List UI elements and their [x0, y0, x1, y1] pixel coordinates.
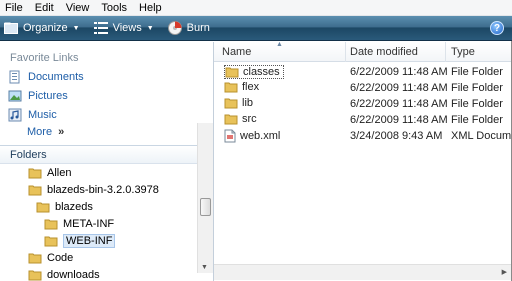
favorite-link-music[interactable]: Music [8, 108, 57, 122]
more-label: More [27, 126, 53, 138]
menu-file[interactable]: File [5, 2, 23, 14]
file-type-cell: File Folder [451, 82, 503, 94]
folder-icon [28, 167, 42, 179]
sort-ascending-icon: ▲ [276, 41, 283, 48]
column-header-bar: ▲ Name Date modified Type [214, 41, 511, 62]
file-type-cell: File Folder [451, 114, 503, 126]
organize-label: Organize [23, 22, 68, 34]
folders-title: Folders [10, 148, 47, 161]
folder-icon [224, 97, 238, 109]
tree-item-meta-inf[interactable]: META-INF [44, 216, 114, 232]
file-type-cell: XML Docum [451, 130, 512, 142]
folder-icon [224, 113, 238, 125]
favorite-link-label: Pictures [28, 90, 68, 102]
navigation-pane: Favorite Links Documents Pictures Music … [0, 42, 214, 281]
tree-item-blazeds[interactable]: blazeds [36, 199, 93, 215]
tree-item-allen[interactable]: Allen [28, 165, 71, 181]
file-type-cell: File Folder [451, 66, 503, 78]
views-button[interactable]: Views ▼ [93, 22, 154, 34]
documents-icon [8, 70, 22, 84]
scrollbar-thumb[interactable] [200, 198, 211, 216]
file-type-cell: File Folder [451, 98, 503, 110]
menu-edit[interactable]: Edit [35, 2, 54, 14]
file-row[interactable]: web.xml 3/24/2008 9:43 AM XML Docum [214, 128, 511, 144]
burn-button[interactable]: Burn [167, 21, 210, 35]
favorite-link-label: Music [28, 109, 57, 121]
file-row[interactable]: classes 6/22/2009 11:48 AM File Folder [214, 64, 511, 80]
double-chevron-right-icon: » [58, 126, 65, 138]
scroll-right-arrow-icon[interactable]: ▶ [502, 268, 507, 276]
file-list-pane: ▲ Name Date modified Type classes 6/22/2… [214, 41, 511, 281]
menu-help[interactable]: Help [139, 2, 162, 14]
folder-icon [36, 201, 50, 213]
file-date-cell: 6/22/2009 11:48 AM [350, 66, 448, 78]
favorite-link-pictures[interactable]: Pictures [8, 89, 68, 103]
file-row[interactable]: flex 6/22/2009 11:48 AM File Folder [214, 80, 511, 96]
folders-header[interactable]: Folders ▼ [0, 145, 213, 164]
folder-icon [224, 81, 238, 93]
column-header-date[interactable]: Date modified [350, 46, 418, 58]
xml-file-icon [224, 129, 236, 143]
file-list-horizontal-scrollbar[interactable]: ▶ [214, 264, 511, 280]
music-icon [8, 108, 22, 122]
file-date-cell: 6/22/2009 11:48 AM [350, 114, 448, 126]
tree-item-code[interactable]: Code [28, 250, 73, 266]
folder-icon [44, 235, 58, 247]
menu-view[interactable]: View [66, 2, 90, 14]
file-name-cell: web.xml [224, 129, 280, 143]
menu-tools[interactable]: Tools [101, 2, 127, 14]
explorer-window: File Edit View Tools Help Organize ▼ Vie… [0, 0, 512, 281]
burn-disc-icon [167, 21, 182, 35]
views-label: Views [112, 22, 142, 34]
favorite-links-title: Favorite Links [10, 52, 79, 64]
file-name-cell: lib [224, 97, 253, 109]
help-icon[interactable]: ? [490, 21, 504, 35]
column-divider[interactable] [445, 42, 446, 62]
organize-icon [4, 22, 18, 34]
file-name-cell: src [224, 113, 257, 125]
folder-tree: Allen blazeds-bin-3.2.0.3978 blazeds MET… [0, 165, 197, 281]
folder-tree-scrollbar[interactable]: ▼ [197, 123, 213, 273]
file-name-cell: classes [224, 65, 284, 79]
favorite-link-documents[interactable]: Documents [8, 70, 84, 84]
folder-icon [225, 66, 239, 78]
more-links-button[interactable]: More » [27, 126, 64, 138]
folder-icon [28, 269, 42, 281]
scroll-down-arrow-icon[interactable]: ▼ [201, 264, 208, 271]
tree-item-downloads[interactable]: downloads [28, 267, 100, 281]
favorite-link-label: Documents [28, 71, 84, 83]
column-header-name[interactable]: Name [222, 46, 251, 58]
folder-icon [28, 184, 42, 196]
menu-bar: File Edit View Tools Help [0, 0, 512, 16]
column-header-type[interactable]: Type [451, 46, 475, 58]
file-date-cell: 6/22/2009 11:48 AM [350, 82, 448, 94]
chevron-down-icon: ▼ [146, 24, 154, 32]
folder-icon [28, 252, 42, 264]
file-date-cell: 3/24/2008 9:43 AM [350, 130, 443, 142]
burn-label: Burn [186, 22, 210, 34]
command-bar: Organize ▼ Views ▼ Burn ? [0, 16, 512, 41]
file-row[interactable]: src 6/22/2009 11:48 AM File Folder [214, 112, 511, 128]
file-row[interactable]: lib 6/22/2009 11:48 AM File Folder [214, 96, 511, 112]
pictures-icon [8, 89, 22, 103]
column-divider[interactable] [345, 42, 346, 62]
file-date-cell: 6/22/2009 11:48 AM [350, 98, 448, 110]
tree-item-web-inf[interactable]: WEB-INF [44, 233, 116, 249]
file-name-cell: flex [224, 81, 259, 93]
organize-button[interactable]: Organize ▼ [4, 22, 80, 34]
folder-icon [44, 218, 58, 230]
chevron-down-icon: ▼ [72, 24, 80, 32]
views-icon [93, 22, 108, 34]
tree-item-blazeds-bin[interactable]: blazeds-bin-3.2.0.3978 [28, 182, 159, 198]
